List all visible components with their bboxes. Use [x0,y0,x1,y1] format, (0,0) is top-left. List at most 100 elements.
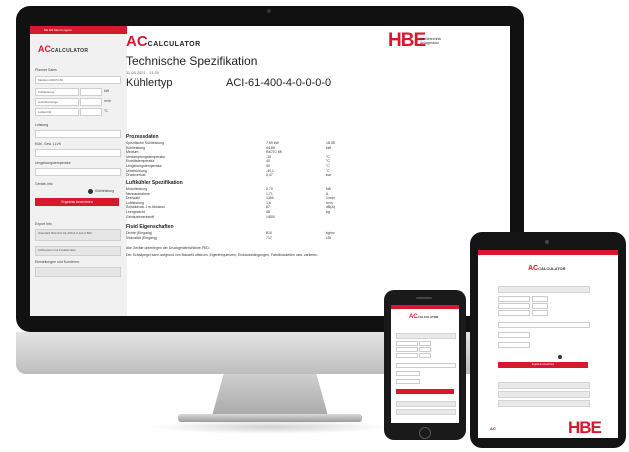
tablet-field-1b[interactable] [532,296,548,302]
cooler-type-label: Kühlertyp [126,77,173,89]
section-label-leistung: Leistung [35,123,49,127]
document-date: 11.08.2021 - 11:30 [126,70,159,75]
tablet-field-5[interactable] [498,332,530,338]
phone-field-3b[interactable] [419,353,431,358]
section-prozessdaten: Prozessdaten [126,134,159,140]
export-field-2[interactable]: Kühlsystem mit F.Kältemittel [35,246,121,256]
prozessdaten-cell: bar [326,173,332,178]
document-title: Technische Spezifikation [126,54,258,68]
prozessdaten-cell: kW [326,145,332,150]
phone-home-button[interactable] [419,427,431,439]
phone-field-1b[interactable] [419,341,431,346]
phone-logo: ACCALCULATOR [409,314,439,320]
prozessdaten-cell: 40 [266,159,270,164]
table-prozessdaten: Spezifische Kühlleistung 7,59 kW 18,35 Kühl… [126,141,376,178]
brand-subtitle: Kaeltetechnik Anlagenbau [420,37,442,45]
tablet-checkbox-icon[interactable] [558,355,562,359]
tablet-calculate-button[interactable]: Ergebnis berechnen [498,362,588,368]
prozessdaten-cell: 7,59 kW [266,141,279,145]
prozessdaten-cell: Druckverlust [126,173,146,178]
phone-field-2b[interactable] [419,347,431,352]
phone-field-2[interactable] [396,347,418,352]
tablet-export-field-1[interactable] [498,382,590,389]
tablet-topbar [478,250,618,255]
kuehl-field[interactable] [35,149,121,157]
sidebar-topbar-text[interactable]: DE EN Menü Logout [44,28,72,32]
prozessdaten-cell: 30 [266,163,270,168]
phone-field-1[interactable] [396,341,418,346]
calculate-button[interactable]: Ergebnis berechnen [35,198,119,206]
export-field-1[interactable]: Standard R32 ACI-61-400-4-0-0-0-0 800 [35,229,121,241]
document-logo: ACCALCULATOR [126,33,201,50]
tablet-export-field-2[interactable] [498,391,590,398]
tablet-field-3b[interactable] [532,310,548,316]
tablet-medium-field[interactable] [498,286,590,293]
medium-field[interactable]: Medium R407C 6K [35,76,121,84]
tablet-field-2[interactable] [498,303,530,309]
phone-field-5[interactable] [396,371,420,376]
stand-shadow [150,420,390,434]
prozessdaten-cell: Medium [126,150,139,155]
phone-field-4[interactable] [396,363,456,368]
extra-label: Einstellungen und Kundennr. [35,260,80,264]
tablet-field-6[interactable] [498,342,530,348]
lufteintritt-field[interactable]: Lufteintritt [35,108,79,116]
tablet-field-1[interactable] [498,296,530,302]
phone-export-field[interactable] [396,401,456,407]
prozessdaten-cell: Kühlleistung [126,145,146,150]
tablet-extra-field[interactable] [498,400,590,407]
tablet-field-3[interactable] [498,310,530,316]
prozessdaten-cell: -10 [266,154,272,159]
fluid-cell: kg/m³ [326,231,335,235]
prozessdaten-cell: Eintrittstemperatur [126,159,155,164]
luftkuehler-cell: Gehäusewerkstoff [126,214,155,219]
prozessdaten-cell: 0,47 [266,173,273,178]
tablet-logo: ACCALCULATOR [528,265,566,272]
field-label-planner: Planner Sales [35,68,57,72]
lufteintritt-unit: °C [104,109,108,113]
austrittsmenge-unit: m³/h [104,99,111,103]
phone-medium-field[interactable] [396,333,456,339]
prozessdaten-cell: 18,35 [326,141,335,145]
section-label-kuehl: Kühl. Gew. LLVK [35,142,62,146]
luftkuehler-cell: 1350 [266,196,274,201]
phone-calculate-button[interactable] [396,389,454,394]
leistung-field[interactable] [35,130,121,138]
fluid-cell: Dichte (Eingang) [126,231,153,235]
luftkuehler-cell: Motorleistung [126,187,148,191]
prozessdaten-cell: 44,89 [266,145,275,150]
export-label: Export Info [35,222,52,226]
prozessdaten-cell: °C [326,163,330,168]
extra-field[interactable] [35,267,121,277]
phone-extra-field[interactable] [396,409,456,415]
fluid-cell: cSt [326,235,332,240]
phone-field-3[interactable] [396,353,418,358]
kuehlleistung-value-field[interactable] [80,88,102,96]
checkbox-icon[interactable] [88,189,93,194]
sidebar-logo: ACCALCULATOR [38,44,88,54]
kuehlleistung-unit: kW [104,89,110,93]
lufteintritt-value-field[interactable] [80,108,102,116]
luftkuehler-cell: Leergewicht [126,209,145,214]
kuehlleistung-field[interactable]: Kühlleistung [35,88,79,96]
luftkuehler-cell: 1,71 [266,191,273,196]
fluid-row: Viskosität (Eingang) 717 cSt [126,236,376,241]
phone-field-6[interactable] [396,379,420,384]
section-label-umgebung: Umgebungstemperatur [35,161,71,165]
fluid-cell: 717 [266,235,272,240]
umgebung-field[interactable] [35,168,121,176]
fluid-cell: Viskosität (Eingang) [126,235,158,240]
camera-icon [267,9,271,13]
austrittsmenge-value-field[interactable] [80,98,102,106]
table-fluid: Dichte (Eingang) 810 kg/m³ Viskosität (Eing… [126,231,376,240]
prozessdaten-cell: -40,1 [266,168,274,173]
footer-note-2: Der Schallpegel kann aufgrund von Bauart… [126,253,319,257]
luftkuehler-cell: 1/800 [266,214,275,219]
luftkuehler-cell: Nennaufnahme [126,191,150,196]
tablet-field-2b[interactable] [532,303,548,309]
tablet-brand-logo: HBE [568,418,602,437]
tablet-field-4[interactable] [498,322,590,328]
luftkuehler-cell: m³/s [326,200,333,205]
section-label-geraete: Geräte-Info [35,182,53,186]
austrittsmenge-field[interactable]: Austrittsmenge [35,98,79,106]
